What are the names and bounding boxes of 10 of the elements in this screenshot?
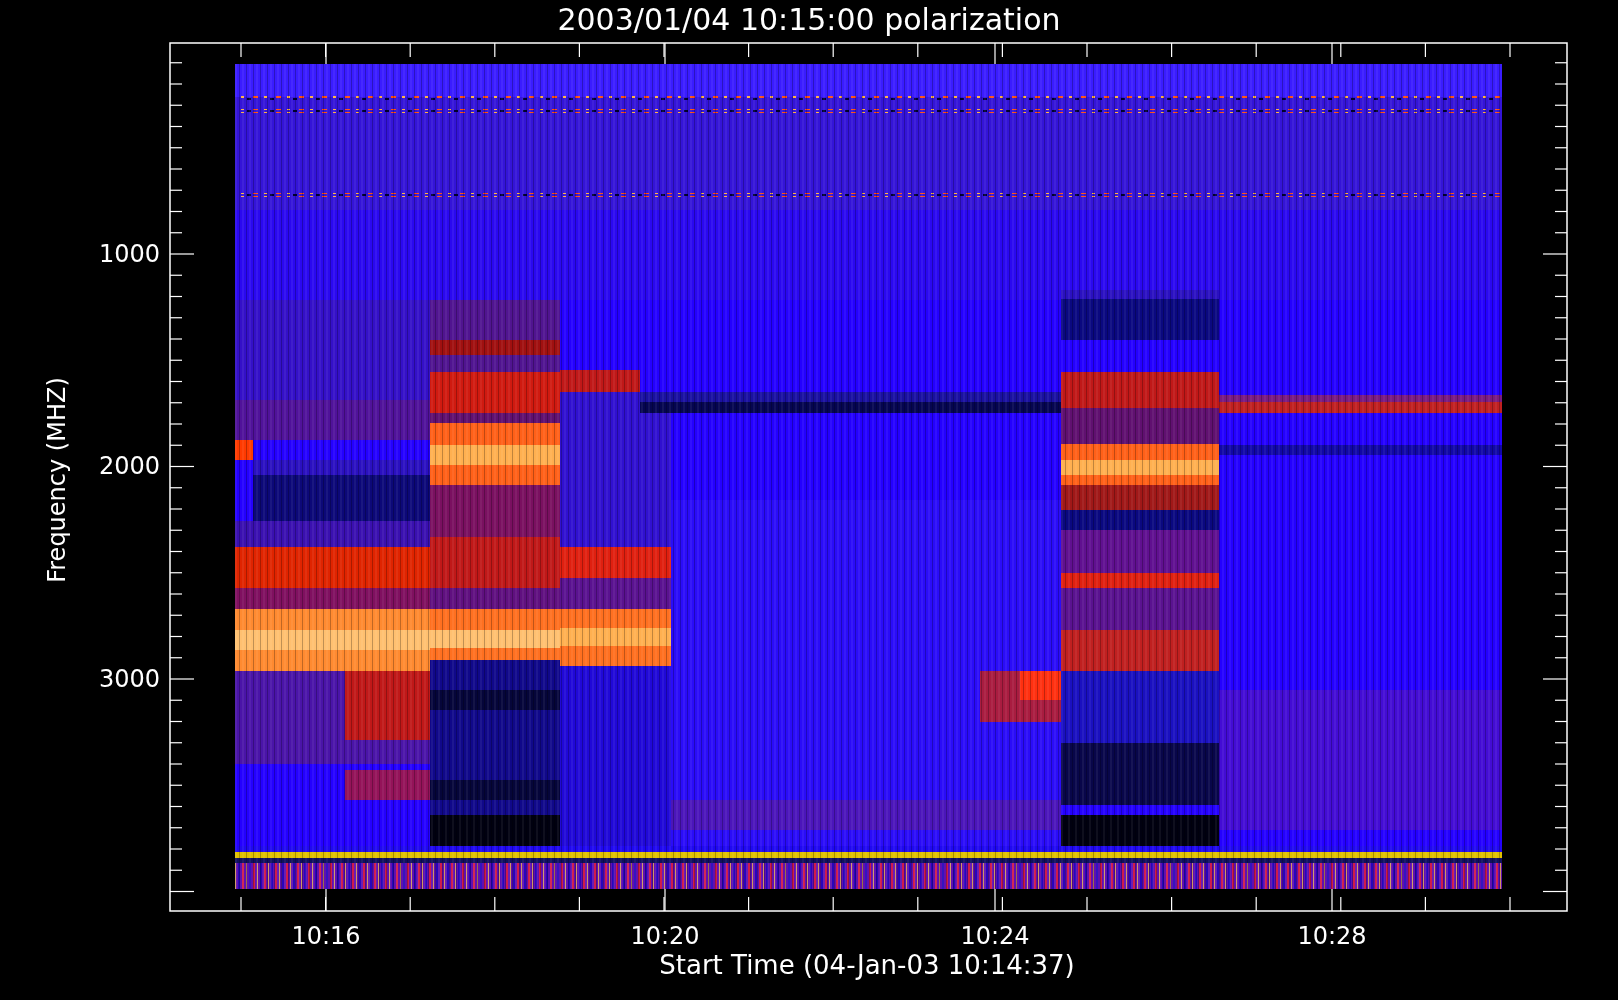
x-tick-label: 10:16 — [291, 922, 361, 950]
y-tick-label: 3000 — [98, 665, 160, 693]
x-axis-label: Start Time (04-Jan-03 10:14:37) — [659, 950, 1075, 980]
x-tick-label: 10:20 — [630, 922, 700, 950]
y-axis-label: Frequency (MHZ) — [43, 377, 71, 583]
y-tick-label: 2000 — [98, 452, 160, 480]
chart-title: 2003/01/04 10:15:00 polarization — [556, 2, 1062, 38]
x-tick-label: 10:28 — [1297, 922, 1367, 950]
y-tick-label: 1000 — [98, 240, 160, 268]
x-tick-label: 10:24 — [960, 922, 1030, 950]
